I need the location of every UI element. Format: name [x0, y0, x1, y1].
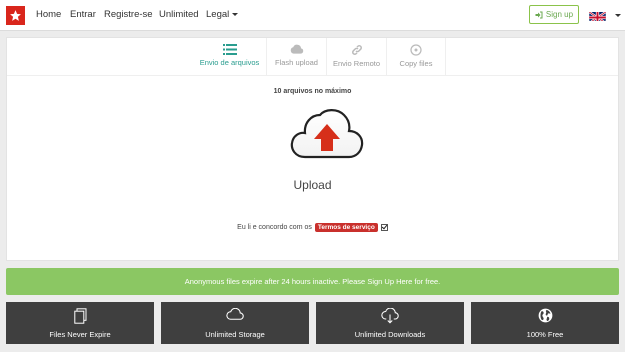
tab-copy-files[interactable]: Copy files	[386, 38, 446, 75]
tab-label: Envio de arquivos	[199, 58, 260, 67]
nav-unlimited-link[interactable]: Unlimited	[159, 9, 199, 20]
language-chevron-down-icon[interactable]	[615, 14, 621, 17]
files-icon	[73, 308, 86, 324]
nav-legal-label: Legal	[206, 9, 230, 20]
link-icon	[351, 45, 362, 55]
chevron-down-icon	[232, 12, 239, 16]
globe-icon	[538, 308, 552, 323]
tab-flash-upload[interactable]: Flash upload	[266, 38, 326, 75]
terms-row: Eu li e concordo com os Termos de serviç…	[7, 223, 618, 232]
tab-label: Flash upload	[275, 58, 318, 67]
anonymous-expiry-notice[interactable]: Anonymous files expire after 24 hours in…	[6, 268, 619, 295]
nav-register-link[interactable]: Registre-se	[104, 9, 153, 20]
upload-title: Upload	[293, 178, 332, 192]
upload-panel: Envio de arquivos Flash upload Envio Rem…	[6, 37, 619, 261]
cloud-download-icon	[381, 308, 399, 324]
feature-files-never-expire: Files Never Expire	[6, 302, 154, 344]
tabs-divider	[7, 75, 618, 76]
tab-file-upload[interactable]: Envio de arquivos	[193, 38, 266, 75]
site-logo[interactable]	[6, 6, 25, 25]
feature-unlimited-storage: Unlimited Storage	[161, 302, 309, 344]
tab-label: Envio Remoto	[332, 59, 381, 68]
signup-button[interactable]: Sign up	[529, 5, 579, 24]
star-icon	[10, 10, 21, 21]
tab-remote-upload[interactable]: Envio Remoto	[326, 38, 386, 75]
nav-home-link[interactable]: Home	[36, 9, 61, 20]
terms-of-service-link[interactable]: Termos de serviço	[314, 223, 378, 232]
cloud-icon	[226, 308, 244, 320]
nav-legal-dropdown[interactable]: Legal	[206, 9, 239, 20]
list-icon	[222, 44, 237, 55]
max-files-text: 10 arquivos no máximo	[273, 88, 352, 95]
nav-login-link[interactable]: Entrar	[70, 9, 96, 20]
upload-cloud-icon[interactable]	[289, 105, 365, 162]
feature-label: Files Never Expire	[49, 330, 111, 339]
cloud-icon	[290, 44, 303, 54]
feature-unlimited-downloads: Unlimited Downloads	[316, 302, 464, 344]
terms-text: Eu li e concordo com os	[237, 224, 312, 231]
sign-in-icon	[535, 11, 543, 18]
tab-label: Copy files	[399, 59, 433, 68]
uk-flag-icon[interactable]	[589, 10, 606, 21]
top-navbar: Home Entrar Registre-se Unlimited Legal …	[0, 0, 625, 31]
feature-free: 100% Free	[471, 302, 619, 344]
upload-tabs: Envio de arquivos Flash upload Envio Rem…	[193, 38, 446, 75]
terms-checkbox[interactable]	[380, 224, 388, 231]
disc-icon	[410, 44, 422, 56]
feature-label: Unlimited Storage	[205, 330, 265, 339]
feature-label: 100% Free	[526, 330, 564, 339]
signup-label: Sign up	[545, 10, 574, 19]
feature-label: Unlimited Downloads	[354, 330, 426, 339]
